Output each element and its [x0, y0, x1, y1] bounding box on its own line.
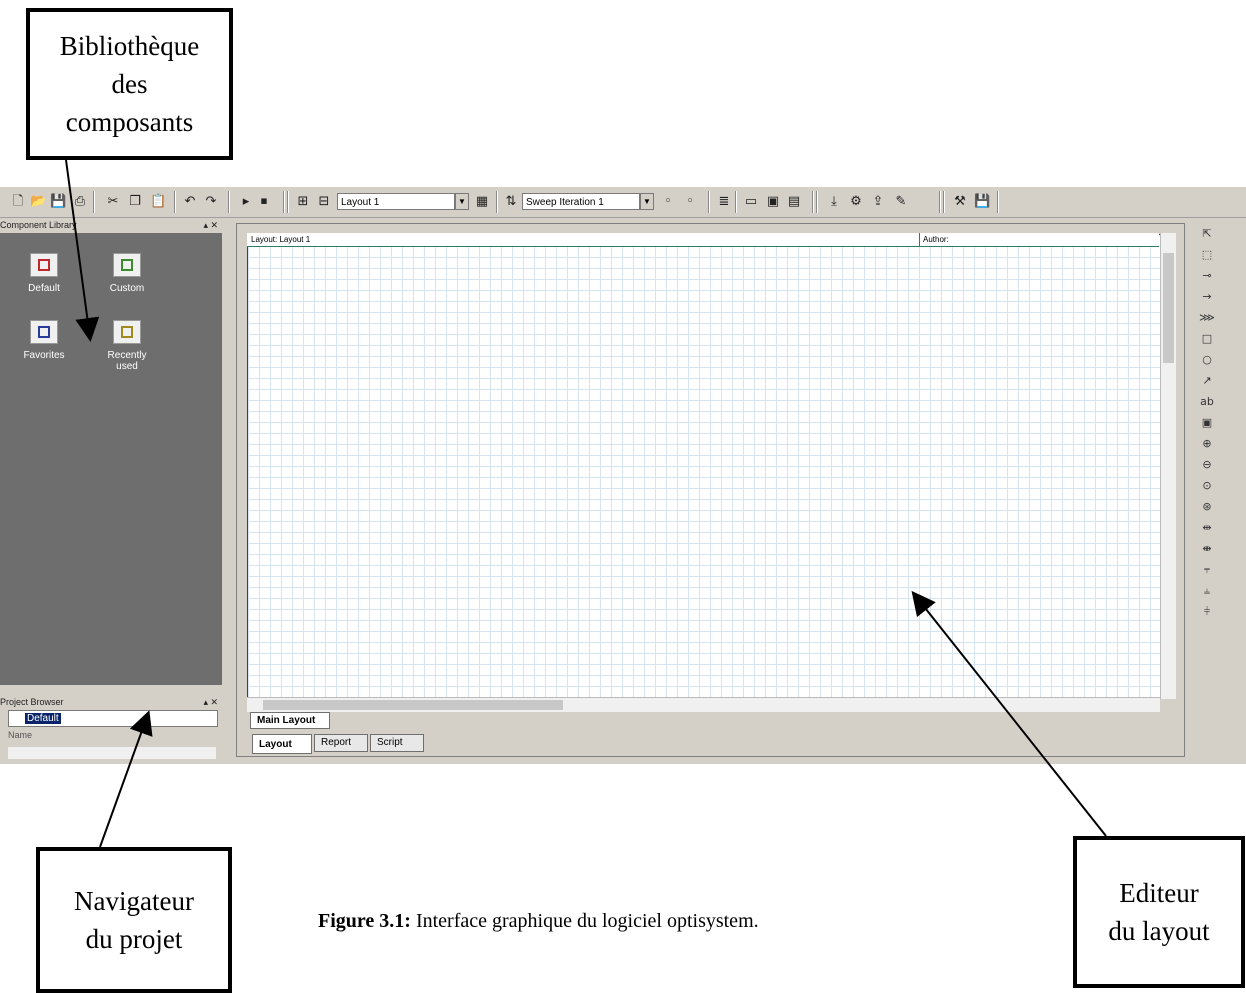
arrow-to-navigator — [99, 710, 153, 848]
arrow-to-library — [65, 159, 100, 342]
annotation-arrows — [65, 159, 1107, 848]
arrow-to-editor — [911, 590, 1107, 837]
